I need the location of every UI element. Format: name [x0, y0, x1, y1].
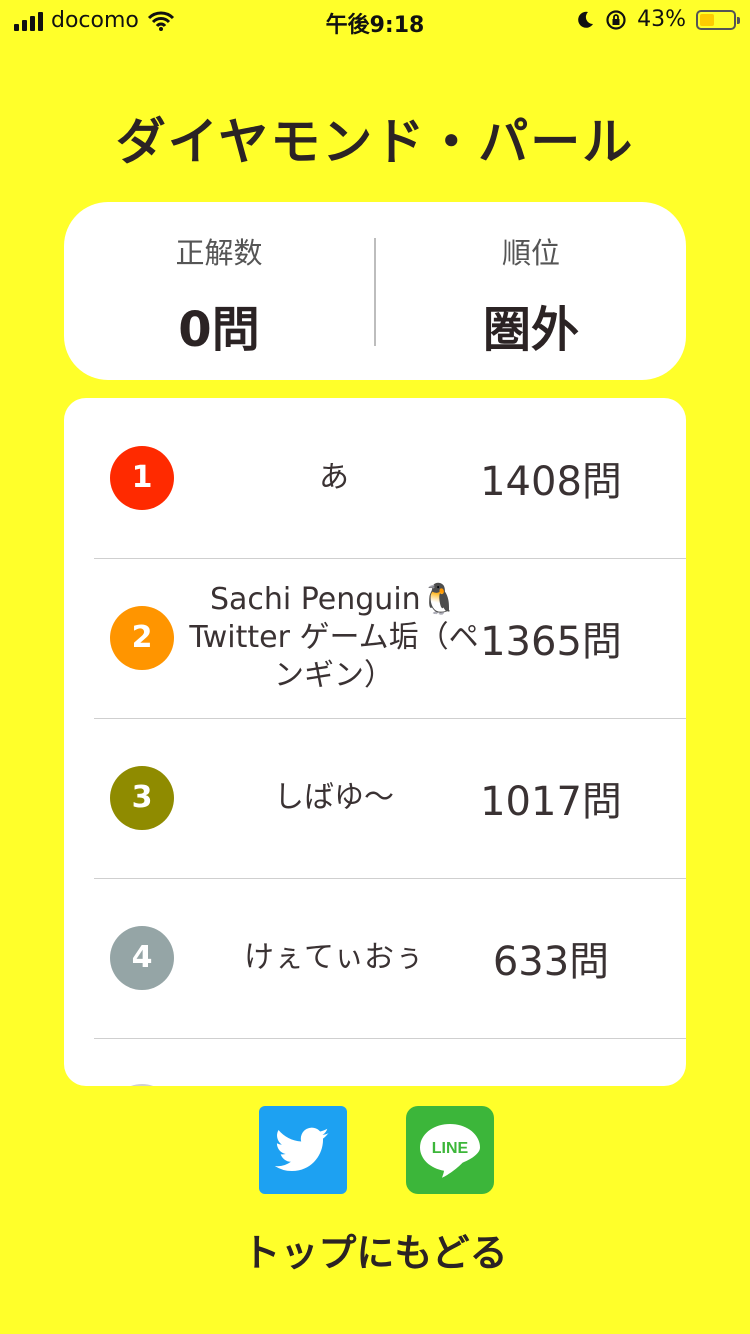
leaderboard-row: 4 けぇてぃおぅ 633問 [94, 878, 686, 1039]
leaderboard-row: 1 あ 1408問 [94, 398, 686, 559]
rank-label: 順位 [501, 236, 560, 270]
moon-icon [578, 11, 594, 28]
battery-percent: 43% [637, 7, 686, 32]
rank-badge: 2 [110, 606, 174, 670]
rank-badge: 1 [110, 446, 174, 510]
back-to-top-link[interactable]: トップにもどる [0, 1222, 750, 1277]
player-score: 1017問 [480, 779, 622, 825]
twitter-bird-icon [274, 1127, 329, 1172]
line-share-button[interactable]: LINE [406, 1106, 494, 1194]
battery-icon [696, 9, 740, 30]
rank-badge: 3 [110, 766, 174, 830]
correct-count-label: 正解数 [175, 236, 263, 270]
status-right: 43% [575, 7, 740, 32]
player-score: 1365問 [480, 619, 622, 665]
line-logo-text: LINE [432, 1140, 469, 1157]
rank-value: 圏外 [482, 302, 579, 358]
player-score: 633問 [492, 939, 610, 985]
rotation-lock-icon [606, 9, 626, 30]
status-bar: docomo 午後9:18 43% [0, 0, 750, 40]
twitter-share-button[interactable] [259, 1106, 347, 1194]
player-score: 1408問 [480, 459, 622, 505]
leaderboard-row: 2 Sachi Penguin🐧 Twitter ゲーム垢（ペンギン） 1365… [94, 558, 686, 719]
leaderboard-row [94, 1038, 686, 1086]
rank-badge: 4 [110, 926, 174, 990]
summary-divider [374, 238, 376, 346]
correct-count-value: 0問 [178, 302, 260, 358]
rank-section: 順位 圏外 [381, 230, 681, 360]
player-name: あ [319, 460, 349, 495]
line-logo-icon: LINE [420, 1124, 480, 1178]
player-name: Sachi Penguin🐧 Twitter ゲーム垢（ペンギン） [189, 582, 479, 693]
correct-count-section: 正解数 0問 [69, 230, 369, 360]
page-title: ダイヤモンド・パール [115, 113, 635, 171]
leaderboard-row: 3 しばゆ〜 1017問 [94, 718, 686, 879]
player-name: けぇてぃおぅ [244, 940, 424, 975]
player-name: しばゆ〜 [274, 780, 394, 815]
rank-badge [110, 1084, 174, 1086]
score-summary-card: 正解数 0問 順位 圏外 [64, 202, 686, 380]
leaderboard[interactable]: 1 あ 1408問 2 Sachi Penguin🐧 Twitter ゲーム垢（… [64, 398, 686, 1086]
